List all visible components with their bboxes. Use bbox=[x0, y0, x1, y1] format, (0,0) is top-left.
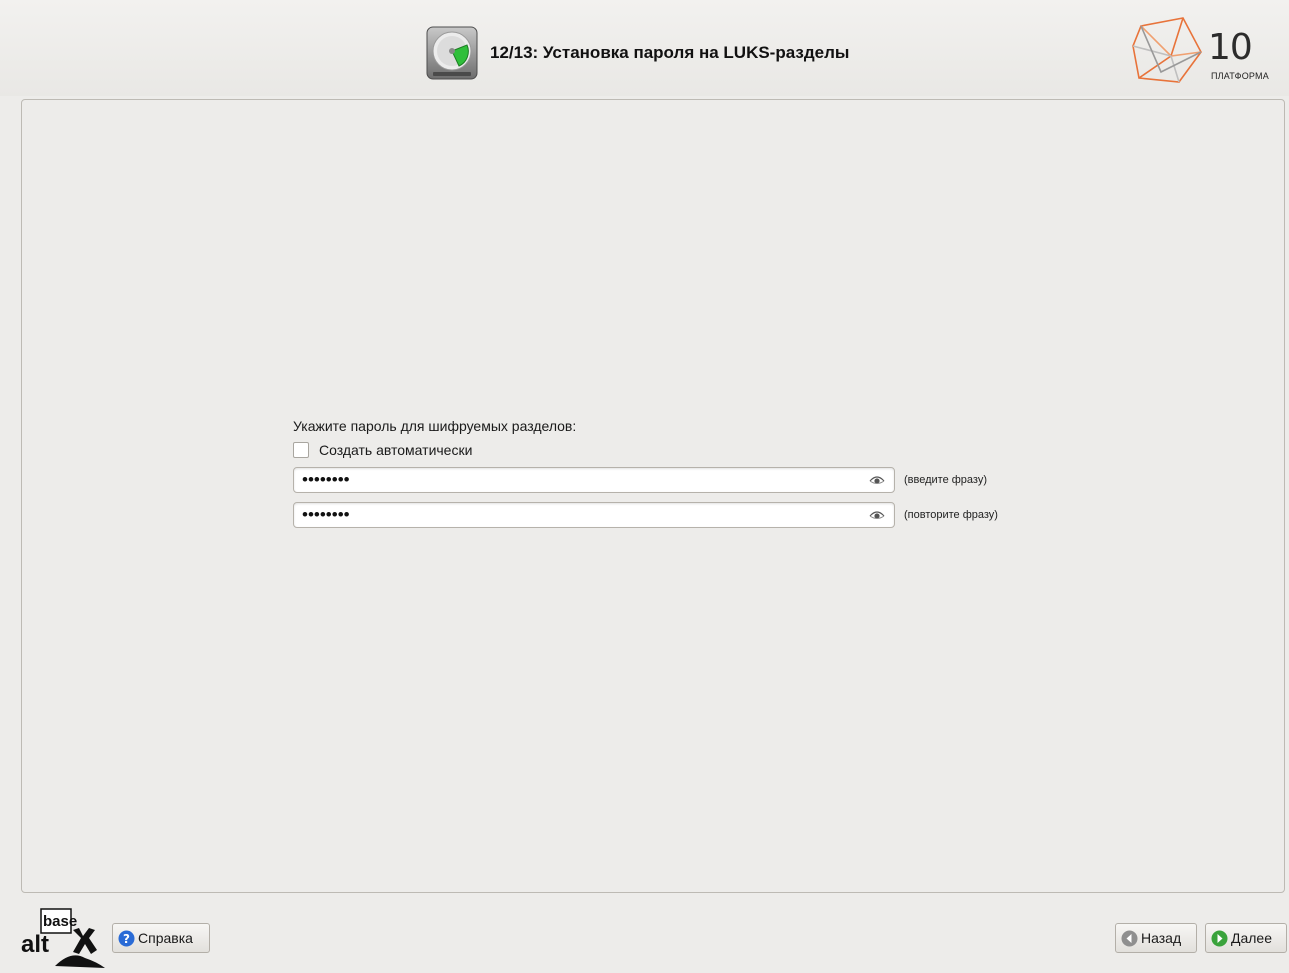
help-icon: ? bbox=[118, 930, 135, 946]
logo-text-base: base bbox=[43, 913, 77, 930]
back-button-label: Назад bbox=[1141, 930, 1182, 946]
back-arrow-icon bbox=[1121, 930, 1138, 946]
content-panel bbox=[21, 99, 1285, 893]
auto-generate-label[interactable]: Создать автоматически bbox=[319, 442, 472, 458]
svg-text:?: ? bbox=[123, 932, 130, 946]
password-input[interactable]: •••••••• bbox=[293, 467, 895, 493]
back-button[interactable]: Назад bbox=[1115, 923, 1197, 953]
help-button[interactable]: ? Справка bbox=[112, 923, 210, 953]
password-confirm-hint: (повторите фразу) bbox=[904, 509, 998, 521]
password-value: •••••••• bbox=[302, 470, 350, 489]
password-confirm-input[interactable]: •••••••• bbox=[293, 502, 895, 528]
eye-icon[interactable] bbox=[869, 475, 885, 485]
next-button[interactable]: Далее bbox=[1205, 923, 1287, 953]
platform-logo: 10 ПЛАТФОРМА bbox=[1131, 16, 1289, 88]
password-prompt: Укажите пароль для шифруемых разделов: bbox=[293, 418, 577, 434]
brand-subtitle: ПЛАТФОРМА bbox=[1211, 71, 1269, 81]
next-button-label: Далее bbox=[1231, 930, 1273, 946]
eye-icon[interactable] bbox=[869, 510, 885, 520]
next-arrow-icon bbox=[1211, 930, 1228, 946]
brand-number: 10 bbox=[1208, 27, 1253, 68]
password-confirm-value: •••••••• bbox=[302, 505, 350, 524]
basealt-logo: base alt bbox=[21, 908, 105, 968]
logo-text-alt: alt bbox=[21, 931, 49, 958]
disk-partition-icon bbox=[426, 26, 478, 80]
password-hint: (введите фразу) bbox=[904, 474, 987, 486]
page-title: 12/13: Установка пароля на LUKS-разделы bbox=[490, 43, 850, 62]
help-button-label: Справка bbox=[138, 930, 193, 946]
brand-crystal-icon bbox=[1132, 17, 1202, 83]
header-bar: 12/13: Установка пароля на LUKS-разделы … bbox=[0, 0, 1289, 96]
auto-generate-checkbox[interactable] bbox=[293, 442, 309, 458]
